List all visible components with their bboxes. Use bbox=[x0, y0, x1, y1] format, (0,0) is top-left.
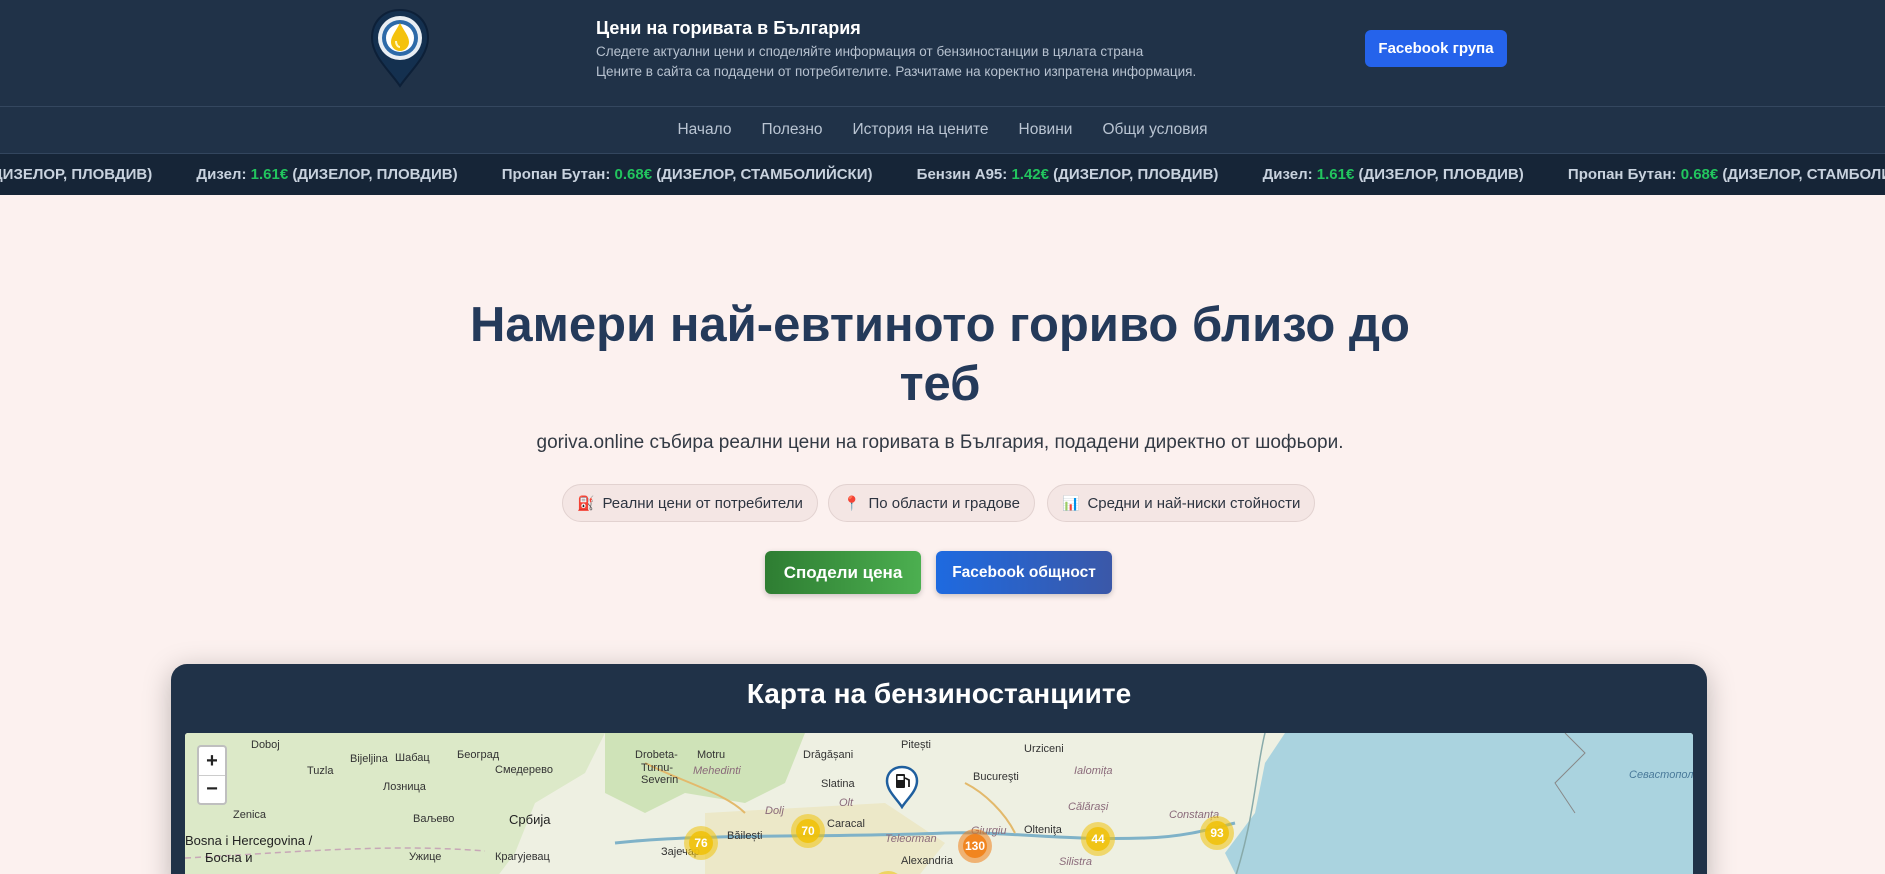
map-label: Bijeljina bbox=[350, 753, 388, 765]
ticker-item: Дизел: 1.61€ (ДИЗЕЛОР, ПЛОВДИВ) bbox=[196, 166, 458, 183]
hero-subtitle: goriva.online събира реални цени на гори… bbox=[536, 432, 1344, 453]
map-label: Севастопол bbox=[1629, 769, 1693, 781]
nav-item-news[interactable]: Новини bbox=[1019, 121, 1073, 139]
map-label: Bosna i Hercegovina / bbox=[185, 833, 313, 848]
map-label: Београд bbox=[457, 749, 500, 761]
map-label: Slatina bbox=[821, 778, 855, 790]
map-label: Ialomița bbox=[1074, 765, 1113, 777]
map-label: Zenica bbox=[233, 809, 267, 821]
gas-station-marker-icon[interactable] bbox=[885, 765, 919, 809]
ticker-track: ДИЗЕЛОР, ПЛОВДИВ) Дизел: 1.61€ (ДИЗЕЛОР,… bbox=[0, 166, 1885, 183]
main-nav: Начало Полезно История на цените Новини … bbox=[0, 106, 1885, 153]
share-price-button[interactable]: Сподели цена bbox=[765, 551, 921, 594]
nav-item-home[interactable]: Начало bbox=[677, 121, 731, 139]
feature-pill-regions: 📍 По области и градове bbox=[828, 484, 1035, 522]
map-label: Mehedinti bbox=[693, 765, 741, 777]
map-label: Drăgășani bbox=[803, 749, 854, 761]
nav-item-terms[interactable]: Общи условия bbox=[1102, 121, 1207, 139]
facebook-group-button[interactable]: Facebook група bbox=[1365, 30, 1507, 67]
map-label: Србија bbox=[509, 812, 551, 827]
map-label: Лозница bbox=[383, 781, 426, 793]
map-label: Caracal bbox=[827, 818, 865, 830]
feature-pill-user-prices: ⛽ Реални цени от потребители bbox=[562, 484, 818, 522]
map-label: Ваљево bbox=[413, 813, 455, 825]
facebook-community-button[interactable]: Facebook общност bbox=[936, 551, 1112, 594]
zoom-control: + − bbox=[197, 745, 227, 805]
map-label: Шабац bbox=[395, 752, 430, 764]
fuel-drop-pin-icon[interactable] bbox=[369, 8, 431, 88]
site-title: Цени на горивата в България bbox=[596, 18, 861, 38]
map-label: Ужице bbox=[409, 851, 442, 863]
feature-label: Средни и най-ниски стойности bbox=[1087, 494, 1301, 512]
feature-label: По области и градове bbox=[868, 494, 1020, 512]
site-disclaimer: Цените в сайта са подадени от потребител… bbox=[596, 64, 1197, 79]
zoom-in-button[interactable]: + bbox=[199, 747, 225, 775]
map-label: Urziceni bbox=[1024, 743, 1064, 755]
station-cluster[interactable]: 70 bbox=[791, 814, 825, 848]
fuel-pump-icon: ⛽ bbox=[577, 494, 595, 511]
map-card: Карта на бензиностанциите + − Doboj Tuzl… bbox=[171, 664, 1707, 874]
nav-item-useful[interactable]: Полезно bbox=[761, 121, 822, 139]
map-label: Tuzla bbox=[307, 765, 334, 777]
hero-title: Намери най-евтиното гориво близо до теб bbox=[470, 298, 1410, 411]
map-title: Карта на бензиностанциите bbox=[746, 678, 1132, 709]
site-subtitle: Следете актуални цени и споделяйте инфор… bbox=[596, 44, 1144, 59]
ticker-item: Бензин А95: 1.42€ (ДИЗЕЛОР, ПЛОВДИВ) bbox=[916, 166, 1219, 183]
map-label: Dolj bbox=[765, 805, 784, 817]
map-label: Băilești bbox=[727, 830, 763, 842]
map-label: Motru bbox=[697, 749, 726, 761]
feature-pill-averages: 📊 Средни и най-ниски стойности bbox=[1047, 484, 1316, 522]
map-label: Turnu- bbox=[641, 762, 673, 774]
map-label: Крагујевац bbox=[495, 851, 550, 863]
map-label: Silistra bbox=[1059, 856, 1093, 868]
bar-chart-icon: 📊 bbox=[1062, 494, 1080, 511]
map-label: Olteniţa bbox=[1024, 824, 1062, 836]
price-ticker: ДИЗЕЛОР, ПЛОВДИВ) Дизел: 1.61€ (ДИЗЕЛОР,… bbox=[0, 153, 1885, 195]
site-header: Цени на горивата в България Следете акту… bbox=[0, 0, 1885, 106]
map-label: Severin bbox=[641, 774, 679, 786]
ticker-item: Пропан Бутан: 0.68€ (ДИЗЕЛОР, СТАМБОЛИЙС… bbox=[501, 166, 873, 183]
station-cluster[interactable]: 44 bbox=[1081, 822, 1115, 856]
map-label: Drobeta- bbox=[635, 749, 678, 761]
feature-label: Реални цени от потребители bbox=[602, 494, 803, 512]
ticker-item: Пропан Бутан: 0.68€ (ДИЗЕЛОР, СТАМБОЛИЙС… bbox=[1567, 166, 1885, 183]
map-label: Călărași bbox=[1068, 801, 1109, 813]
map-label: Doboj bbox=[251, 739, 280, 751]
map-label: Босна и bbox=[205, 850, 253, 865]
station-cluster[interactable]: 93 bbox=[1200, 816, 1234, 850]
zoom-out-button[interactable]: − bbox=[199, 775, 225, 803]
map-label: Alexandria bbox=[901, 855, 953, 867]
ticker-item: Дизел: 1.61€ (ДИЗЕЛОР, ПЛОВДИВ) bbox=[1262, 166, 1524, 183]
station-cluster[interactable]: 130 bbox=[958, 829, 992, 863]
station-cluster[interactable]: 76 bbox=[684, 826, 718, 860]
location-pin-icon: 📍 bbox=[843, 494, 861, 511]
ticker-item: ДИЗЕЛОР, ПЛОВДИВ) bbox=[0, 166, 153, 183]
map-label: Teleorman bbox=[885, 833, 937, 845]
stations-map[interactable]: + − Doboj Tuzla Bijeljina Шабац Београд … bbox=[185, 733, 1693, 874]
map-label: Pitești bbox=[901, 739, 931, 751]
map-label: Olt bbox=[839, 797, 854, 809]
map-label: Bucureşti bbox=[973, 771, 1019, 783]
nav-item-price-history[interactable]: История на цените bbox=[853, 121, 989, 139]
map-label: Смедерево bbox=[495, 764, 553, 776]
